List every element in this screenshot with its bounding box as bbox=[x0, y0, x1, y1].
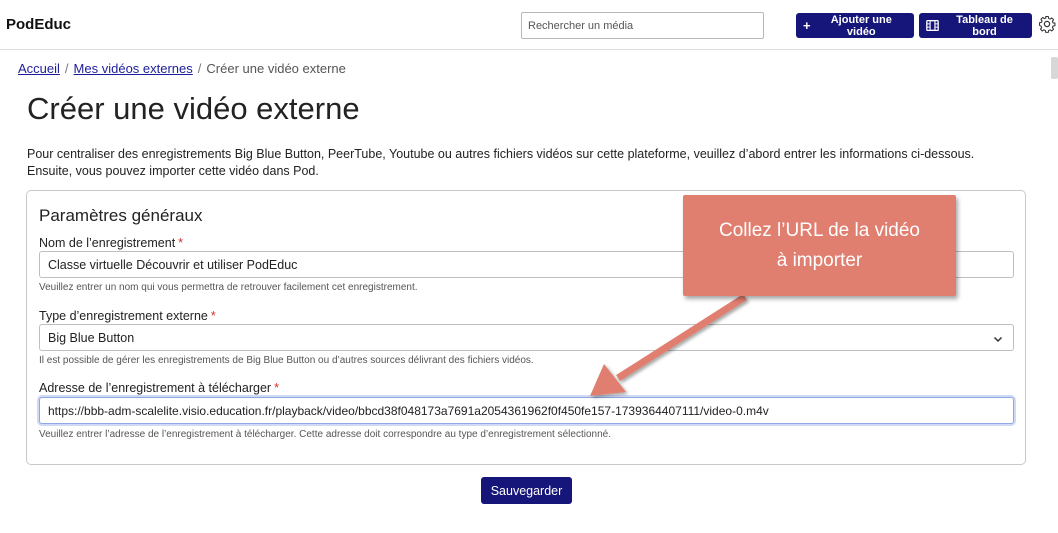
brand-logo[interactable]: PodEduc bbox=[6, 16, 71, 33]
callout-line-1: Collez l’URL de la vidéo bbox=[718, 219, 920, 241]
url-label-text: Adresse de l’enregistrement à télécharge… bbox=[39, 381, 272, 395]
url-label: Adresse de l’enregistrement à télécharge… bbox=[39, 381, 279, 395]
intro-line-2: Ensuite, vous pouvez importer cette vidé… bbox=[27, 164, 319, 178]
name-label: Nom de l’enregistrement * bbox=[39, 236, 183, 250]
name-help-text: Veuillez entrer un nom qui vous permettr… bbox=[39, 282, 418, 293]
dashboard-button[interactable]: Tableau de bord bbox=[919, 13, 1032, 38]
breadcrumb-separator: / bbox=[64, 61, 69, 76]
type-label: Type d’enregistrement externe * bbox=[39, 309, 216, 323]
save-button[interactable]: Sauvegarder bbox=[481, 477, 572, 504]
recording-type-value: Big Blue Button bbox=[48, 330, 135, 345]
search-input[interactable] bbox=[521, 12, 764, 39]
recording-type-select[interactable]: Big Blue Button bbox=[39, 324, 1014, 351]
type-help-text: Il est possible de gérer les enregistrem… bbox=[39, 355, 534, 366]
add-video-label: Ajouter une vidéo bbox=[830, 13, 892, 38]
name-label-text: Nom de l’enregistrement bbox=[39, 236, 176, 250]
recording-url-input[interactable]: https://bbb-adm-scalelite.visio.educatio… bbox=[39, 397, 1014, 424]
dashboard-label: Tableau de bord bbox=[956, 13, 1013, 38]
breadcrumb: Accueil / Mes vidéos externes / Créer une vi… bbox=[18, 61, 346, 76]
section-title: Paramètres généraux bbox=[39, 206, 203, 225]
scrollbar[interactable] bbox=[1051, 57, 1058, 79]
add-video-button[interactable]: + Ajouter une vidéo bbox=[796, 13, 914, 38]
page-title: Créer une vidéo externe bbox=[27, 91, 360, 126]
callout-line-2: à importer bbox=[776, 249, 863, 271]
gear-icon[interactable] bbox=[1038, 15, 1056, 33]
intro-text: Pour centraliser des enregistrements Big… bbox=[27, 146, 1027, 180]
film-icon bbox=[926, 19, 939, 32]
required-marker: * bbox=[274, 381, 279, 395]
breadcrumb-current: Créer une vidéo externe bbox=[206, 61, 346, 76]
required-marker: * bbox=[210, 309, 216, 323]
intro-line-1: Pour centraliser des enregistrements Big… bbox=[27, 147, 975, 161]
url-help-text: Veuillez entrer l’adresse de l’enregistr… bbox=[39, 429, 611, 440]
plus-icon: + bbox=[803, 18, 811, 33]
top-navbar: PodEduc + Ajouter une vidéo Tableau de b… bbox=[0, 0, 1058, 50]
chevron-down-icon bbox=[993, 333, 1003, 343]
required-marker: * bbox=[178, 236, 184, 250]
breadcrumb-separator: / bbox=[197, 61, 202, 76]
breadcrumb-home-link[interactable]: Accueil bbox=[18, 61, 60, 76]
breadcrumb-external-videos-link[interactable]: Mes vidéos externes bbox=[74, 61, 193, 76]
callout-box: Collez l’URL de la vidéo à importer bbox=[683, 195, 956, 296]
type-label-text: Type d’enregistrement externe bbox=[39, 309, 208, 323]
